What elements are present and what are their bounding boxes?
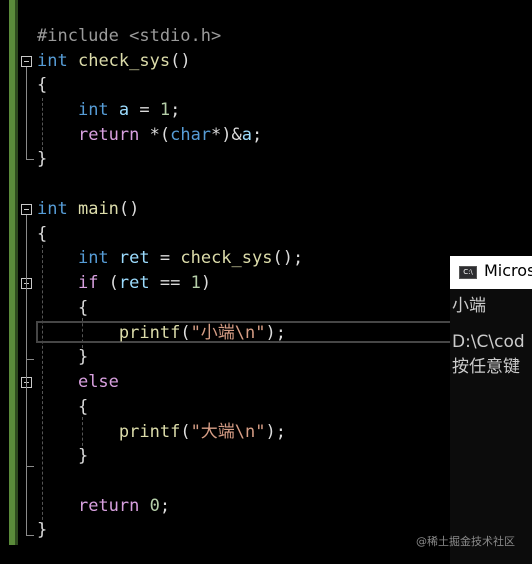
close-brace: } — [77, 347, 89, 367]
console-prompt-line: 按任意键 — [452, 357, 520, 377]
number-literal: 1 — [159, 100, 171, 120]
keyword-int: int — [37, 51, 68, 71]
keyword-int: int — [37, 199, 68, 219]
punctuation: ( — [180, 422, 191, 442]
console-title: Micros — [484, 261, 532, 280]
watermark: @稀土掘金技术社区 — [416, 535, 515, 548]
punctuation: ( — [180, 323, 191, 343]
punctuation: ); — [265, 422, 286, 442]
open-brace: { — [37, 75, 48, 95]
keyword-int: int — [77, 248, 109, 268]
console-path-line: D:\C\cod — [452, 332, 525, 352]
open-brace: { — [37, 224, 48, 244]
code-line-return-cast[interactable]: return *(char*)&a; — [37, 123, 262, 147]
close-brace: } — [77, 446, 89, 466]
open-brace: { — [77, 298, 89, 318]
code-line-else[interactable]: else — [37, 370, 119, 394]
punctuation: () — [170, 51, 191, 71]
code-line-brace[interactable]: { — [37, 73, 47, 97]
code-line-if[interactable]: if (ret == 1) — [37, 271, 211, 295]
semicolon: ; — [170, 100, 181, 120]
outline-check-sys-end — [26, 159, 34, 160]
punctuation: (); — [272, 248, 304, 268]
string-literal: "大端\n" — [190, 422, 266, 442]
punctuation: ); — [265, 323, 286, 343]
outline-else — [26, 388, 27, 466]
outline-else-end — [26, 466, 34, 467]
semicolon: ; — [159, 496, 171, 516]
number-literal: 1 — [190, 273, 201, 293]
outline-if — [26, 289, 27, 359]
equality-op: == — [149, 273, 191, 293]
code-line-brace[interactable]: } — [37, 444, 88, 468]
keyword-return: return — [77, 496, 140, 516]
variable-ret: ret — [118, 248, 150, 268]
code-line-brace[interactable]: } — [37, 147, 47, 171]
keyword-int: int — [77, 100, 109, 120]
variable-a: a — [118, 100, 130, 120]
code-line-decl-a[interactable]: int a = 1; — [37, 98, 180, 122]
assign-op: = — [149, 248, 181, 268]
number-literal: 0 — [149, 496, 160, 516]
punctuation: *)& — [211, 125, 242, 145]
outline-main — [26, 215, 27, 535]
outline-if-end — [26, 359, 34, 360]
keyword-return: return — [77, 125, 140, 145]
console-output-line: 小端 — [452, 296, 486, 316]
change-indicator-bar-shadow — [15, 0, 18, 545]
console-window[interactable]: C:\ Micros 小端 D:\C\cod 按任意键 — [450, 256, 532, 564]
code-line-return-0[interactable]: return 0; — [37, 494, 170, 518]
outline-main-end — [26, 535, 34, 536]
code-line-main-decl[interactable]: int main() — [37, 197, 139, 221]
collapse-check-sys-button[interactable] — [21, 56, 32, 67]
code-line-brace[interactable]: { — [37, 222, 47, 246]
open-brace: { — [77, 397, 89, 417]
function-call: check_sys — [180, 248, 273, 268]
variable-a: a — [241, 125, 253, 145]
code-line-brace[interactable]: { — [37, 296, 88, 320]
outline-check-sys — [26, 67, 27, 159]
string-literal: "小端\n" — [190, 323, 266, 343]
function-name: main — [77, 199, 119, 219]
punctuation: () — [118, 199, 140, 219]
console-title-bar[interactable]: C:\ Micros — [450, 256, 532, 289]
punctuation: ( — [98, 273, 119, 293]
function-call: printf — [118, 422, 181, 442]
console-app-icon: C:\ — [459, 266, 477, 279]
code-line-brace[interactable]: } — [37, 345, 88, 369]
code-line-include[interactable]: #include <stdio.h> — [37, 24, 221, 48]
collapse-main-button[interactable] — [21, 204, 32, 215]
code-line-decl-ret[interactable]: int ret = check_sys(); — [37, 246, 303, 270]
code-line-printf-little[interactable]: printf("小端\n"); — [37, 321, 286, 345]
keyword-if: if — [77, 273, 99, 293]
function-call: printf — [118, 323, 181, 343]
close-brace: } — [37, 520, 48, 540]
code-line-check-sys-decl[interactable]: int check_sys() — [37, 49, 191, 73]
function-name: check_sys — [77, 51, 171, 71]
semicolon: ; — [252, 125, 263, 145]
include-directive: #include <stdio.h> — [37, 26, 222, 46]
punctuation: *( — [139, 125, 171, 145]
keyword-char: char — [170, 125, 212, 145]
keyword-else: else — [77, 372, 119, 392]
code-line-printf-big[interactable]: printf("大端\n"); — [37, 420, 286, 444]
close-brace: } — [37, 149, 48, 169]
code-line-brace[interactable]: { — [37, 395, 88, 419]
code-line-brace[interactable]: } — [37, 518, 47, 542]
variable-ret: ret — [118, 273, 150, 293]
punctuation: ) — [200, 273, 212, 293]
assign-op: = — [129, 100, 160, 120]
